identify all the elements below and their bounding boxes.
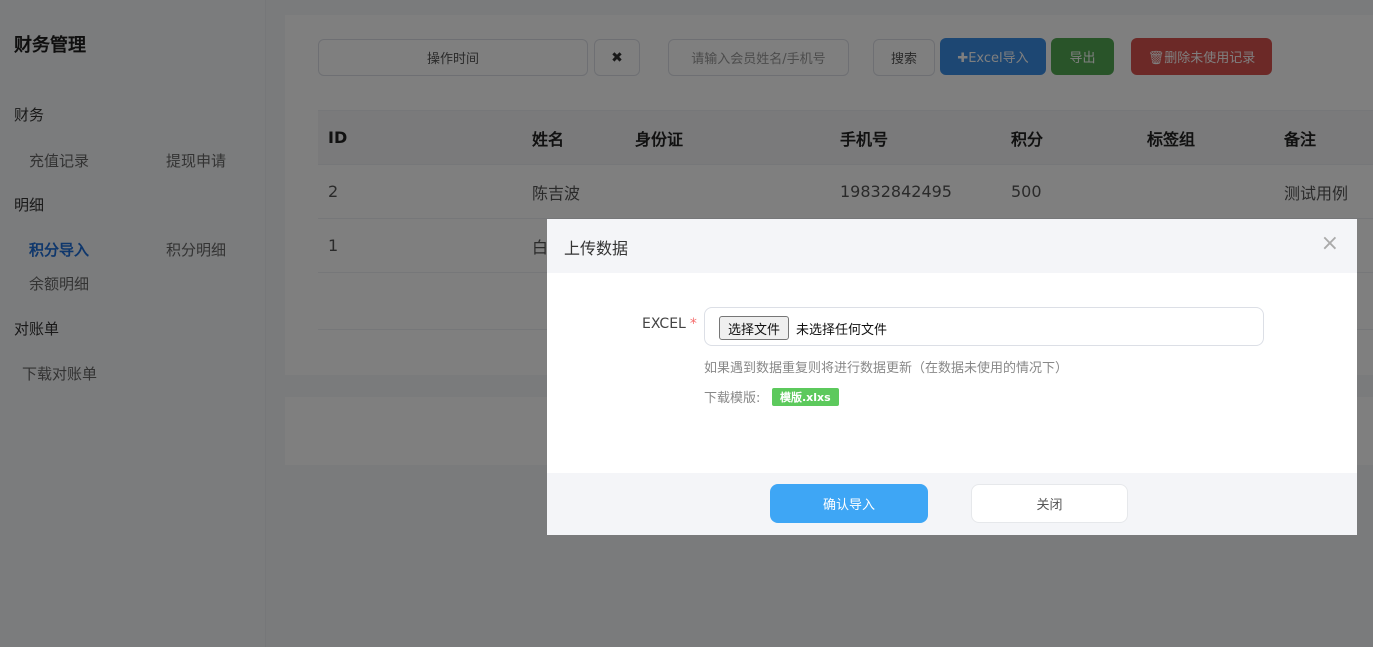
excel-file-input[interactable]: 选择文件 未选择任何文件	[704, 307, 1264, 346]
selected-file-text: 未选择任何文件	[796, 323, 888, 338]
dialog-header: 上传数据 ×	[547, 219, 1357, 273]
confirm-import-button[interactable]: 确认导入	[770, 484, 928, 523]
download-template-label: 下载模版:	[704, 391, 761, 406]
required-mark: *	[689, 316, 697, 332]
duplicate-data-hint: 如果遇到数据重复则将进行数据更新（在数据未使用的情况下）	[704, 361, 1069, 376]
dialog-title: 上传数据	[564, 239, 629, 258]
close-icon[interactable]: ×	[1321, 233, 1339, 255]
dialog-footer: 确认导入 关闭	[547, 473, 1357, 535]
upload-dialog: 上传数据 × EXCEL * 选择文件 未选择任何文件 如果遇到数据重复则将进行数…	[547, 219, 1357, 535]
template-file-link[interactable]: 模版.xlxs	[772, 388, 839, 406]
excel-label-text: EXCEL	[642, 316, 686, 332]
choose-file-button[interactable]: 选择文件	[719, 316, 790, 340]
close-dialog-button[interactable]: 关闭	[971, 484, 1128, 523]
excel-field-label: EXCEL *	[642, 316, 697, 332]
